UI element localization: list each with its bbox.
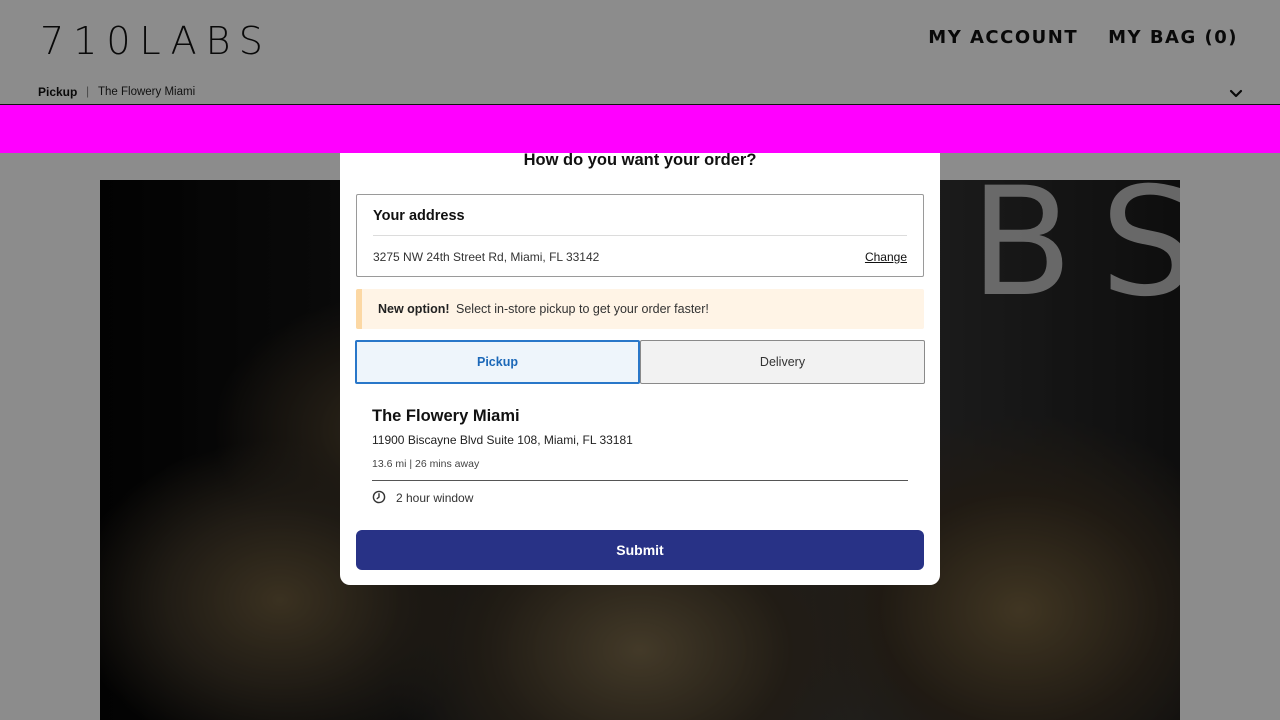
submit-button[interactable]: Submit	[356, 530, 924, 570]
notice-strong: New option!	[378, 302, 450, 316]
clock-icon	[372, 490, 386, 504]
pickup-window: 2 hour window	[396, 491, 474, 505]
store-address: 11900 Biscayne Blvd Suite 108, Miami, FL…	[372, 433, 633, 447]
change-address-link[interactable]: Change	[865, 250, 907, 264]
tab-pickup[interactable]: Pickup	[355, 340, 640, 384]
address-divider	[373, 235, 907, 236]
store-distance: 13.6 mi | 26 mins away	[372, 458, 480, 470]
magenta-banner	[0, 105, 1280, 153]
address-card: Your address 3275 NW 24th Street Rd, Mia…	[356, 194, 924, 277]
modal-title: How do you want your order?	[523, 151, 757, 169]
address-heading: Your address	[373, 208, 465, 224]
tab-delivery[interactable]: Delivery	[640, 340, 925, 384]
fulfillment-tabs: Pickup Delivery	[355, 340, 925, 384]
address-value: 3275 NW 24th Street Rd, Miami, FL 33142	[373, 250, 600, 264]
notice-text: Select in-store pickup to get your order…	[456, 302, 709, 316]
store-divider	[372, 480, 908, 481]
new-option-notice: New option! Select in-store pickup to ge…	[356, 289, 924, 329]
store-name: The Flowery Miami	[372, 407, 520, 425]
order-method-modal: How do you want your order? Your address…	[340, 151, 940, 585]
